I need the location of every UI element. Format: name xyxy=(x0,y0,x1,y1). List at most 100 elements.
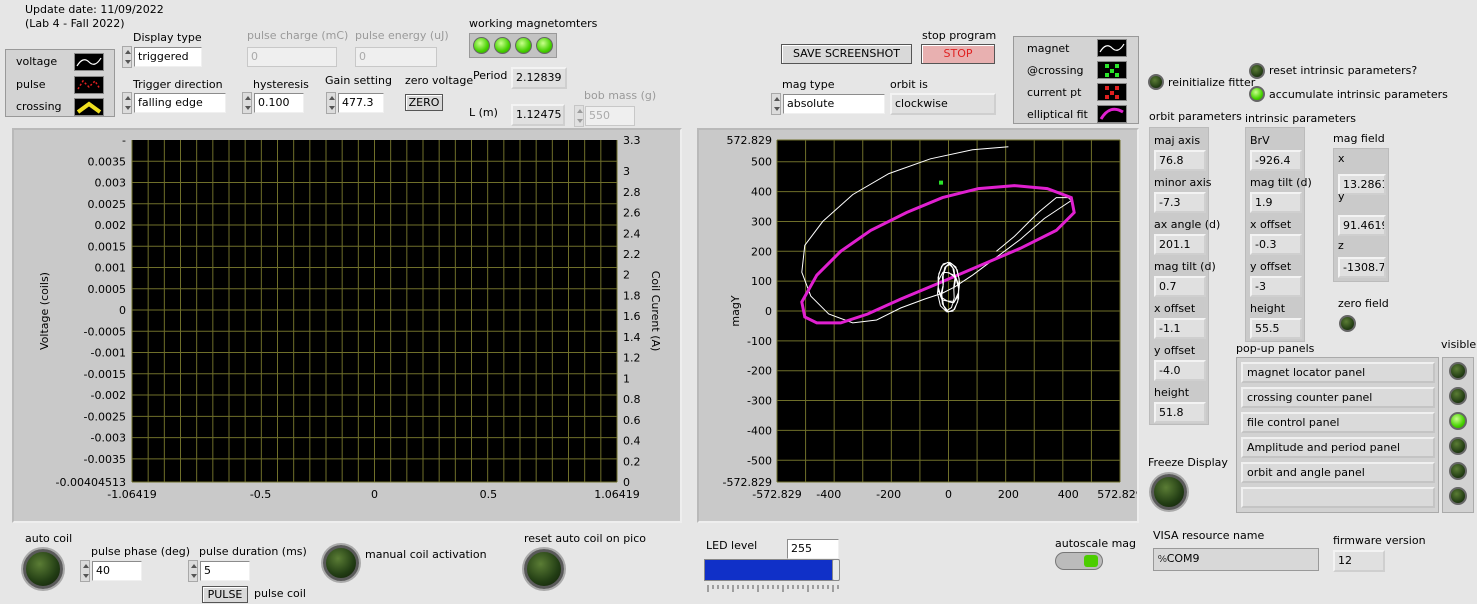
popup-file-control[interactable]: file control panel xyxy=(1241,412,1435,433)
voltage-y-tick: -0.002 xyxy=(91,389,126,402)
orbit-maj-axis-value: 76.8 xyxy=(1154,150,1206,171)
legend-pulse-swatch[interactable] xyxy=(74,76,104,94)
pulse-charge-field: 0 xyxy=(247,47,337,67)
zero-voltage-button[interactable]: ZERO xyxy=(405,94,443,111)
voltage-y-tick: 0.003 xyxy=(95,177,127,190)
intrinsic-y-offset-value: -3 xyxy=(1250,276,1302,297)
legend-crossing-label: crossing xyxy=(16,100,62,113)
magnet-x-tick: 572.829 xyxy=(1097,488,1137,501)
popup-magnet-locator[interactable]: magnet locator panel xyxy=(1241,362,1435,383)
mag-field-z-label: z xyxy=(1338,239,1344,252)
legend-current-pt-swatch[interactable] xyxy=(1097,83,1127,101)
popup-empty[interactable] xyxy=(1241,487,1435,508)
stop-button[interactable]: STOP xyxy=(921,44,995,64)
visible-toggle-2[interactable] xyxy=(1449,387,1467,405)
hysteresis-spinner[interactable] xyxy=(242,92,252,114)
period-value: 2.12839 xyxy=(511,67,567,89)
legend-voltage-swatch[interactable] xyxy=(74,53,104,71)
voltage-y-tick: 0.0005 xyxy=(88,283,127,296)
popup-orbit-angle[interactable]: orbit and angle panel xyxy=(1241,462,1435,483)
voltage-y2-axis-label: Coil Curent (A) xyxy=(649,271,662,352)
pulse-button[interactable]: PULSE xyxy=(202,586,248,603)
auto-coil-button[interactable] xyxy=(23,549,63,589)
legend-crossing-swatch[interactable] xyxy=(1097,61,1127,79)
zero-field-led[interactable] xyxy=(1339,315,1356,332)
visa-resource-field[interactable]: ⁰⁄₀COM9 xyxy=(1153,548,1319,571)
popup-panels-title: pop-up panels xyxy=(1236,342,1315,355)
popup-amplitude-period[interactable]: Amplitude and period panel xyxy=(1241,437,1435,458)
visible-toggle-1[interactable] xyxy=(1449,362,1467,380)
pulse-duration-spinner[interactable] xyxy=(188,560,198,582)
voltage-y2-tick: 1.2 xyxy=(623,352,641,365)
pulse-phase-spinner[interactable] xyxy=(80,560,90,582)
freeze-display-label: Freeze Display xyxy=(1148,456,1228,469)
voltage-y-tick: -0.001 xyxy=(91,347,126,360)
reset-intrinsic-led[interactable] xyxy=(1249,63,1265,79)
magnet-graph[interactable]: 572.829 500 400 300 200 100 0 -100 -200 -300 -400 -… xyxy=(699,130,1137,521)
length-label: L (m) xyxy=(469,106,498,119)
gain-setting-spinner[interactable] xyxy=(326,92,336,114)
orbit-y-offset-value: -4.0 xyxy=(1154,360,1206,381)
hysteresis-label: hysteresis xyxy=(253,78,309,91)
magnet-y-axis-label: magY xyxy=(729,295,742,326)
visible-toggle-6[interactable] xyxy=(1449,487,1467,505)
visa-label: VISA resource name xyxy=(1153,529,1265,542)
voltage-y-tick: 0.002 xyxy=(95,219,127,232)
magnet-x-tick: 0 xyxy=(945,488,952,501)
voltage-y2-tick: 1.4 xyxy=(623,331,641,344)
reset-auto-coil-button[interactable] xyxy=(524,549,564,589)
led-level-label: LED level xyxy=(706,539,758,552)
magnet-y-tick: -400 xyxy=(747,424,772,437)
orbit-is-label: orbit is xyxy=(890,78,928,91)
led-level-slider[interactable] xyxy=(704,559,840,581)
manual-coil-button[interactable] xyxy=(323,545,359,581)
mag-field-y-label: y xyxy=(1338,190,1345,203)
pulse-phase-field[interactable]: 40 xyxy=(92,561,142,581)
plot-legend-left[interactable]: voltage pulse crossing xyxy=(5,49,115,117)
voltage-y2-tick: 1.8 xyxy=(623,289,641,302)
display-type-select[interactable]: triggered xyxy=(134,47,202,67)
legend-magnet-swatch[interactable] xyxy=(1097,39,1127,57)
legend-elliptical-fit-swatch[interactable] xyxy=(1097,105,1127,123)
legend-crossing-swatch[interactable] xyxy=(74,98,104,116)
display-type-spinner[interactable] xyxy=(122,46,132,68)
led-level-field[interactable]: 255 xyxy=(787,539,839,559)
legend-crossing-label: @crossing xyxy=(1027,64,1084,77)
visible-toggle-4[interactable] xyxy=(1449,437,1467,455)
accumulate-intrinsic-led[interactable] xyxy=(1249,86,1265,102)
voltage-y-tick: -0.0035 xyxy=(84,453,126,466)
led-level-handle[interactable] xyxy=(832,559,840,581)
update-date: Update date: 11/09/2022 xyxy=(25,3,164,16)
visible-toggle-5[interactable] xyxy=(1449,462,1467,480)
pulse-duration-field[interactable]: 5 xyxy=(200,561,250,581)
intrinsic-mag-tilt-label: mag tilt (d) xyxy=(1250,176,1312,189)
length-value: 1.12475 xyxy=(511,104,565,126)
voltage-graph[interactable]: 0.0035 0.003 0.0025 0.002 0.0015 0.001 0.0005 0… xyxy=(14,130,680,521)
popup-crossing-counter[interactable]: crossing counter panel xyxy=(1241,387,1435,408)
reinitialize-fitter-led[interactable] xyxy=(1148,74,1164,90)
intrinsic-height-label: height xyxy=(1250,302,1286,315)
magnet-y-tick: -200 xyxy=(747,365,772,378)
intrinsic-parameters-cluster: BrV -926.4 mag tilt (d) 1.9 x offset -0.… xyxy=(1245,127,1312,342)
mag-type-spinner[interactable] xyxy=(771,93,781,115)
save-screenshot-button[interactable]: SAVE SCREENSHOT xyxy=(781,44,912,64)
intrinsic-y-offset-label: y offset xyxy=(1250,260,1292,273)
freeze-display-button[interactable] xyxy=(1151,474,1187,510)
mag-field-z-value: -1308.79 xyxy=(1338,257,1386,278)
autoscale-mag-toggle[interactable] xyxy=(1055,552,1103,570)
gain-setting-field[interactable]: 477.3 xyxy=(338,93,384,113)
magnet-graph-panel: 572.829 500 400 300 200 100 0 -100 -200 -300 -400 -… xyxy=(697,128,1139,523)
hysteresis-field[interactable]: 0.100 xyxy=(254,93,304,113)
voltage-x-tick: -1.06419 xyxy=(107,488,156,501)
firmware-label: firmware version xyxy=(1333,534,1426,547)
mag-type-select[interactable]: absolute xyxy=(783,94,885,114)
voltage-y-tick: 0.0025 xyxy=(88,198,127,211)
plot-legend-right[interactable]: magnet @crossing current pt elliptical f… xyxy=(1013,36,1139,124)
trigger-direction-select[interactable]: falling edge xyxy=(134,93,226,113)
orbit-is-value: clockwise xyxy=(890,93,996,115)
orbit-minor-axis-label: minor axis xyxy=(1154,176,1212,189)
visible-toggle-3[interactable] xyxy=(1449,412,1467,430)
trigger-direction-spinner[interactable] xyxy=(122,92,132,114)
magnetometer-4-led xyxy=(536,37,553,54)
orbit-ax-angle-label: ax angle (d) xyxy=(1154,218,1221,231)
